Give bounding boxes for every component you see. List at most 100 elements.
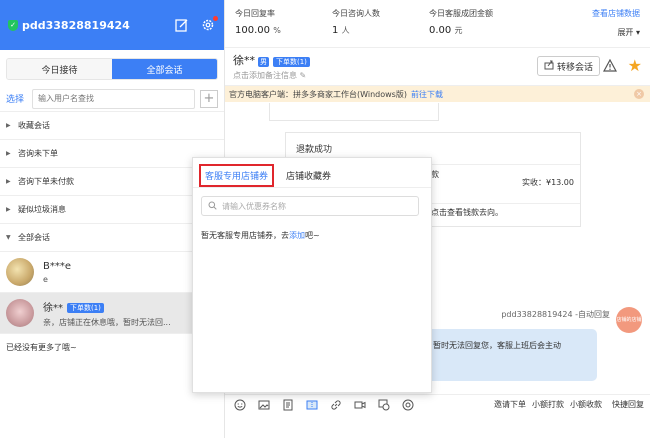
order-card-partial <box>269 103 439 121</box>
search-input[interactable] <box>32 88 195 109</box>
warning-icon[interactable] <box>602 58 618 74</box>
coupon-icon[interactable] <box>305 398 318 411</box>
caret-right-icon: ▶ <box>6 150 11 157</box>
stat-reply-rate: 今日回复率 100.00 % <box>235 8 332 47</box>
group-inquiry-no-order[interactable]: ▶ 咨询未下单 <box>0 140 224 168</box>
quick-reply-link[interactable]: 快捷回复 <box>612 399 644 410</box>
notice-bar: 官方电脑客户端：拼多多商家工作台(Windows版) 前往下载 × <box>225 86 650 102</box>
stat-inquiries: 今日咨询人数 1 人 <box>332 8 429 47</box>
tab-today[interactable]: 今日接待 <box>7 59 112 79</box>
coupon-search-placeholder: 请输入优惠券名称 <box>222 201 286 211</box>
quick-actions: 邀请下单 小额打款 小额收款 快捷回复 <box>488 399 650 410</box>
transfer-label: 转移会话 <box>556 62 593 73</box>
popup-tabs: 客服专用店铺券 店铺收藏券 <box>193 158 431 188</box>
chat-name: 徐** <box>233 54 255 67</box>
stat-unit: 元 <box>454 26 463 35</box>
store-avatar: 店铺的店铺 <box>616 307 642 333</box>
group-favorites[interactable]: ▶ 收藏会话 <box>0 112 224 140</box>
transfer-conversation-button[interactable]: 转移会话 <box>536 56 600 76</box>
tab-all[interactable]: 全部会话 <box>112 59 217 79</box>
emoji-icon[interactable] <box>233 398 246 411</box>
stat-value: 0.00 <box>429 25 452 36</box>
coupon-popup: 客服专用店铺券 店铺收藏券 请输入优惠券名称 暂无客服专用店铺券，去添加吧~ <box>192 157 432 393</box>
message-sender: pdd33828819424 -自动回复 <box>501 310 610 319</box>
expand-button[interactable]: 展开 <box>617 28 633 37</box>
conversation-name: 徐** <box>43 302 63 314</box>
caret-right-icon: ▶ <box>6 178 11 185</box>
video-icon[interactable] <box>353 398 366 411</box>
image-icon[interactable] <box>257 398 270 411</box>
stats-bar: 今日回复率 100.00 % 今日咨询人数 1 人 今日客服成团金额 0.00 … <box>225 0 650 48</box>
empty-text: 暂无客服专用店铺券，去 <box>201 231 289 240</box>
document-icon[interactable] <box>281 398 294 411</box>
no-more-text: 已经没有更多了哦~ <box>6 343 77 352</box>
add-icon[interactable]: + <box>200 89 218 108</box>
mention-icon[interactable] <box>401 398 414 411</box>
account-name: pdd33828819424 <box>22 18 130 32</box>
gender-badge: 男 <box>258 57 269 67</box>
download-link[interactable]: 前往下载 <box>411 89 443 100</box>
message-bubble: 暂时无法回复您，客服上班后会主动 <box>425 329 597 381</box>
stat-unit: 人 <box>341 26 350 35</box>
group-order-unpaid[interactable]: ▶ 咨询下单未付款 <box>0 168 224 196</box>
settings-icon[interactable] <box>200 16 218 33</box>
group-spam[interactable]: ▶ 疑似垃圾消息 <box>0 196 224 224</box>
group-label: 咨询下单未付款 <box>18 177 74 186</box>
close-icon[interactable]: × <box>634 89 644 99</box>
link-icon[interactable] <box>329 398 342 411</box>
conversation-snippet: e <box>43 274 48 284</box>
group-label: 收藏会话 <box>18 121 50 130</box>
stat-value: 1 <box>332 25 339 36</box>
caret-right-icon: ▶ <box>6 206 11 213</box>
add-coupon-link[interactable]: 添加 <box>289 231 305 240</box>
order-badge: 下单数(1) <box>67 302 104 313</box>
conversation-tabs: 今日接待 全部会话 <box>6 58 218 80</box>
view-store-data-link[interactable]: 查看店铺数据 <box>550 8 640 19</box>
tab-favorite-coupon[interactable]: 店铺收藏券 <box>286 169 331 182</box>
small-collection-link[interactable]: 小额收款 <box>570 399 602 410</box>
search-icon <box>208 201 217 212</box>
refund-hint[interactable]: 点击查看钱款去向。 <box>431 207 503 218</box>
order-badge: 下单数(1) <box>273 56 310 67</box>
group-label: 咨询未下单 <box>18 149 58 158</box>
conversation-item[interactable]: B***e e <box>0 252 224 293</box>
caret-down-icon: ▾ <box>635 28 640 37</box>
group-all[interactable]: ▼ 全部会话 <box>0 224 224 252</box>
chat-record-icon[interactable] <box>377 398 390 411</box>
avatar <box>6 258 34 286</box>
shield-icon: ✓ <box>8 19 18 31</box>
conversation-item-selected[interactable]: 徐** 下单数(1) 亲，店铺正在休息哦，暂时无法回... <box>0 293 224 334</box>
select-button[interactable]: 选择 <box>6 92 24 105</box>
edit-note-icon[interactable]: ✎ <box>300 71 307 80</box>
conversation-snippet: 亲，店铺正在休息哦，暂时无法回... <box>43 317 171 327</box>
notice-text: 官方电脑客户端：拼多多商家工作台(Windows版) <box>229 89 407 99</box>
notification-dot <box>213 16 218 21</box>
chat-header: 徐** 男下单数(1) 点击添加备注信息 ✎ 转移会话 ★ <box>225 48 650 86</box>
stat-label: 今日回复率 <box>235 9 275 18</box>
empty-state: 暂无客服专用店铺券，去添加吧~ <box>201 230 423 241</box>
stat-value: 100.00 <box>235 25 270 36</box>
input-toolbar: 邀请下单 小额打款 小额收款 快捷回复 <box>225 394 650 414</box>
caret-down-icon: ▼ <box>6 234 11 241</box>
stats-links: 查看店铺数据 展开 ▾ <box>550 8 640 47</box>
account-header: ✓ pdd33828819424 <box>0 0 224 50</box>
coupon-search-field[interactable]: 请输入优惠券名称 <box>201 196 419 216</box>
stat-unit: % <box>273 26 281 35</box>
star-icon[interactable]: ★ <box>628 56 642 75</box>
stat-group-amount: 今日客服成团金额 0.00 元 <box>429 8 549 47</box>
empty-suffix: 吧~ <box>305 231 320 240</box>
group-label: 全部会话 <box>18 233 50 242</box>
refund-fragment: 款 <box>431 170 439 179</box>
caret-right-icon: ▶ <box>6 122 11 129</box>
avatar <box>6 299 34 327</box>
stat-label: 今日咨询人数 <box>332 9 380 18</box>
add-note-link[interactable]: 点击添加备注信息 <box>233 71 297 80</box>
stat-label: 今日客服成团金额 <box>429 9 493 18</box>
refund-price: 实收：¥13.00 <box>522 178 574 187</box>
edit-icon[interactable] <box>174 17 190 33</box>
tab-service-coupon[interactable]: 客服专用店铺券 <box>199 164 275 187</box>
small-payment-link[interactable]: 小额打款 <box>532 399 564 410</box>
share-icon <box>544 60 554 73</box>
group-label: 疑似垃圾消息 <box>18 205 66 214</box>
invite-order-link[interactable]: 邀请下单 <box>494 399 526 410</box>
